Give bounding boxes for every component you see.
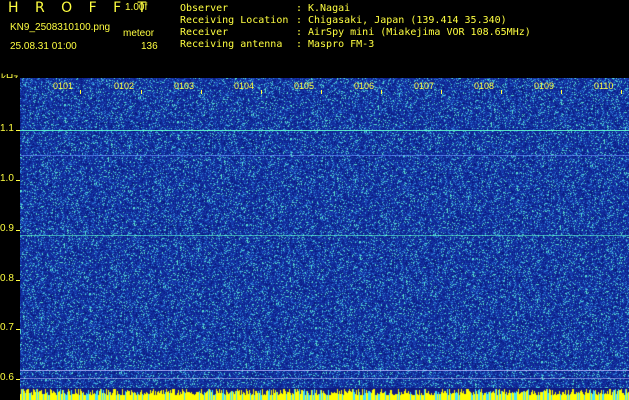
x-tick-label: 0107 (414, 81, 435, 91)
x-tick-mark (321, 90, 322, 94)
count-label: 136 (141, 41, 158, 52)
x-tick-label: 0106 (354, 81, 375, 91)
receiver-sep: : (296, 27, 303, 38)
y-tick-label: 0.8 (0, 273, 14, 284)
grid-line (20, 370, 629, 371)
antenna-key: Receiving antenna (180, 39, 283, 50)
x-tick-label: 0103 (174, 81, 195, 91)
x-tick-mark (381, 90, 382, 94)
x-tick-label: 0104 (234, 81, 255, 91)
x-tick-mark (80, 90, 81, 94)
receiver-key: Receiver (180, 27, 229, 38)
x-tick-label: 0110 (594, 81, 614, 91)
x-tick-mark (621, 90, 622, 94)
signal-level-bar (20, 388, 629, 400)
x-tick-mark (261, 90, 262, 94)
observer-value: K.Nagai (308, 3, 351, 14)
x-tick-mark (141, 90, 142, 94)
x-tick-mark (501, 90, 502, 94)
filename-label: KN9_2508310100.png (10, 22, 111, 33)
antenna-sep: : (296, 39, 303, 50)
x-tick-mark (441, 90, 442, 94)
location-sep: : (296, 15, 303, 26)
x-tick-label: 0102 (114, 81, 135, 91)
observer-key: Observer (180, 3, 229, 14)
carrier-line (20, 130, 629, 131)
grid-line (20, 155, 629, 156)
observer-sep: : (296, 3, 303, 14)
x-tick-label: 0105 (294, 81, 315, 91)
x-tick-label: 0109 (534, 81, 555, 91)
location-value: Chigasaki, Japan (139.414 35.340) (308, 15, 507, 26)
x-tick-mark (201, 90, 202, 94)
spectrogram-noise (20, 78, 629, 400)
antenna-value: Maspro FM-3 (308, 39, 375, 50)
y-tick-label: 0.6 (0, 372, 14, 383)
spectrogram-plot: 0101 0102 0103 0104 0105 0106 0107 0108 … (20, 78, 629, 400)
y-tick-label: 1.0 (0, 173, 14, 184)
datetime-label: 25.08.31 01:00 (10, 41, 77, 52)
mode-label: meteor (123, 28, 155, 39)
receiver-value: AirSpy mini (Miakejima VOR 108.65MHz) (308, 27, 531, 38)
y-axis: 1.1 1.0 0.9 0.8 0.7 0.6 (0, 78, 20, 400)
carrier-line (20, 235, 629, 236)
x-tick-label: 0101 (53, 81, 74, 91)
version-label: 1.00f (125, 2, 148, 13)
grid-line (20, 378, 629, 379)
y-tick-label: 0.9 (0, 223, 14, 234)
y-tick-label: 0.7 (0, 322, 14, 333)
header: H R O F F T 1.00f KN9_2508310100.png met… (0, 0, 629, 78)
y-tick-label: 1.1 (0, 123, 14, 134)
location-key: Receiving Location (180, 15, 289, 26)
x-tick-mark (561, 90, 562, 94)
x-tick-label: 0108 (474, 81, 495, 91)
